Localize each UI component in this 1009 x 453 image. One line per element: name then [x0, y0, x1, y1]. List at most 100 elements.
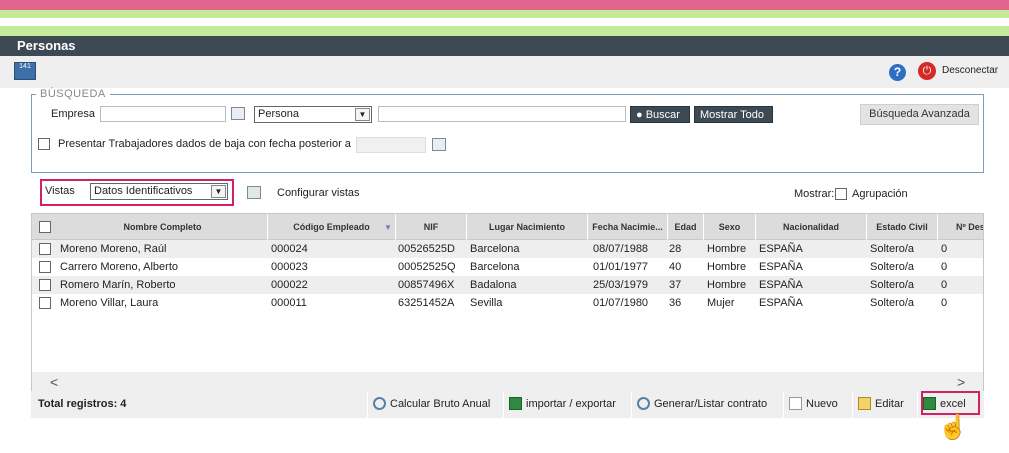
table-cell: Moreno Villar, Laura: [60, 297, 159, 309]
agrupacion-checkbox[interactable]: [835, 188, 847, 200]
column-header[interactable]: NIF: [396, 214, 467, 240]
excel-highlight: [921, 391, 980, 415]
total-records: Total registros: 4: [38, 398, 127, 410]
editar-button[interactable]: Editar: [852, 391, 916, 418]
buscar-button[interactable]: ● Buscar: [630, 106, 690, 123]
table-cell: Sevilla: [470, 297, 503, 309]
column-header[interactable]: Lugar Nacimiento: [467, 214, 588, 240]
agrupacion-label: Agrupación: [852, 188, 908, 200]
table-cell: Carrero Moreno, Alberto: [60, 261, 178, 273]
table-cell: ESPAÑA: [759, 261, 803, 273]
column-header[interactable]: Estado Civil: [867, 214, 938, 240]
power-icon[interactable]: ⏻: [918, 62, 936, 80]
main-content: BÚSQUEDA Empresa Persona ▼ ● Buscar Mostr…: [0, 88, 1009, 453]
gear-icon: [373, 397, 386, 410]
row-checkbox[interactable]: [39, 297, 51, 309]
table-cell: 0: [941, 297, 948, 309]
configure-views-icon[interactable]: [247, 186, 261, 199]
table-footer: Total registros: 4 Calcular Bruto Anual …: [31, 391, 984, 418]
table-cell: 000022: [271, 279, 308, 291]
table-cell: 01/01/1977: [593, 261, 649, 273]
importar-exportar-button[interactable]: importar / exportar: [503, 391, 630, 418]
logout-link[interactable]: Desconectar: [942, 65, 998, 76]
table-cell: Badalona: [470, 279, 517, 291]
calcular-bruto-button[interactable]: Calcular Bruto Anual: [367, 391, 502, 418]
search-legend: BÚSQUEDA: [36, 88, 110, 100]
scroll-left-icon[interactable]: <: [50, 374, 58, 390]
vistas-select[interactable]: Datos Identificativos ▼: [90, 183, 228, 200]
table-row[interactable]: Moreno Villar, Laura 000011 63251452A Se…: [32, 294, 983, 312]
presentar-label: Presentar Trabajadores dados de baja con…: [58, 138, 351, 150]
sort-arrow-icon: ▼: [384, 223, 392, 232]
calendar-icon[interactable]: [432, 138, 446, 151]
table-cell: 01/07/1980: [593, 297, 649, 309]
column-header[interactable]: Nº Des: [938, 214, 983, 240]
excel-icon: [509, 397, 522, 410]
chevron-down-icon: ▼: [211, 185, 226, 198]
table-cell: ESPAÑA: [759, 297, 803, 309]
empresa-lookup-icon[interactable]: [231, 107, 245, 120]
table-cell: 37: [669, 279, 682, 291]
table-cell: 0: [941, 243, 948, 255]
table-cell: Soltero/a: [870, 243, 915, 255]
top-stripe-white: [0, 18, 1009, 26]
new-document-icon: [789, 397, 802, 410]
persons-table: Nombre Completo Código Empleado ▼ NIF Lu…: [31, 213, 984, 418]
generar-contrato-button[interactable]: Generar/Listar contrato: [631, 391, 782, 418]
mostrar-label: Mostrar:: [794, 188, 835, 200]
table-row[interactable]: Romero Marín, Roberto 000022 00857496X B…: [32, 276, 983, 294]
table-cell: 000024: [271, 243, 308, 255]
row-checkbox[interactable]: [39, 243, 51, 255]
gear-icon: [637, 397, 650, 410]
empresa-input[interactable]: [100, 106, 226, 122]
presentar-checkbox[interactable]: [38, 138, 50, 150]
fecha-input[interactable]: [356, 137, 426, 153]
table-cell: 08/07/1988: [593, 243, 649, 255]
configurar-vistas-link[interactable]: Configurar vistas: [277, 187, 360, 199]
table-cell: 000023: [271, 261, 308, 273]
row-checkbox[interactable]: [39, 261, 51, 273]
table-cell: 000011: [271, 297, 307, 309]
table-row[interactable]: Moreno Moreno, Raúl 000024 00526525D Bar…: [32, 240, 983, 258]
top-stripe-green: [0, 10, 1009, 18]
calculator-icon[interactable]: 141: [14, 62, 36, 80]
table-cell: 00526525D: [398, 243, 455, 255]
table-cell: 63251452A: [398, 297, 455, 309]
table-cell: Hombre: [707, 279, 747, 291]
table-cell: 0: [941, 279, 948, 291]
table-cell: Barcelona: [470, 243, 520, 255]
select-all-checkbox[interactable]: [39, 221, 51, 233]
table-header: Nombre Completo Código Empleado ▼ NIF Lu…: [32, 214, 983, 240]
empresa-label: Empresa: [51, 108, 96, 120]
table-cell: Hombre: [707, 243, 747, 255]
page-title: Personas: [0, 36, 1009, 56]
table-cell: 00052525Q: [398, 261, 456, 273]
mostrar-todo-button[interactable]: Mostrar Todo: [694, 106, 773, 123]
table-cell: 25/03/1979: [593, 279, 649, 291]
table-cell: 0: [941, 261, 948, 273]
nuevo-button[interactable]: Nuevo: [783, 391, 851, 418]
type-select[interactable]: Persona ▼: [254, 106, 372, 123]
table-cell: Moreno Moreno, Raúl: [60, 243, 167, 255]
scroll-right-icon[interactable]: >: [957, 374, 965, 390]
table-cell: 36: [669, 297, 682, 309]
table-row[interactable]: Carrero Moreno, Alberto 000023 00052525Q…: [32, 258, 983, 276]
column-header[interactable]: Edad: [668, 214, 704, 240]
table-cell: Hombre: [707, 261, 747, 273]
column-header[interactable]: Nombre Completo: [58, 214, 268, 240]
table-cell: Mujer: [707, 297, 735, 309]
table-cell: Romero Marín, Roberto: [60, 279, 176, 291]
pencil-icon: [858, 397, 871, 410]
column-header[interactable]: Sexo: [704, 214, 756, 240]
busqueda-avanzada-button[interactable]: Búsqueda Avanzada: [860, 104, 979, 125]
search-input[interactable]: [378, 106, 626, 122]
column-header[interactable]: Fecha Nacimie...: [588, 214, 668, 240]
horizontal-scrollbar[interactable]: < >: [32, 372, 983, 392]
top-stripe-green-2: [0, 26, 1009, 36]
table-cell: Soltero/a: [870, 261, 915, 273]
help-icon[interactable]: ?: [889, 64, 906, 81]
column-header[interactable]: Código Empleado: [268, 214, 396, 240]
row-checkbox[interactable]: [39, 279, 51, 291]
search-icon: ●: [636, 109, 643, 121]
column-header[interactable]: Nacionalidad: [756, 214, 867, 240]
